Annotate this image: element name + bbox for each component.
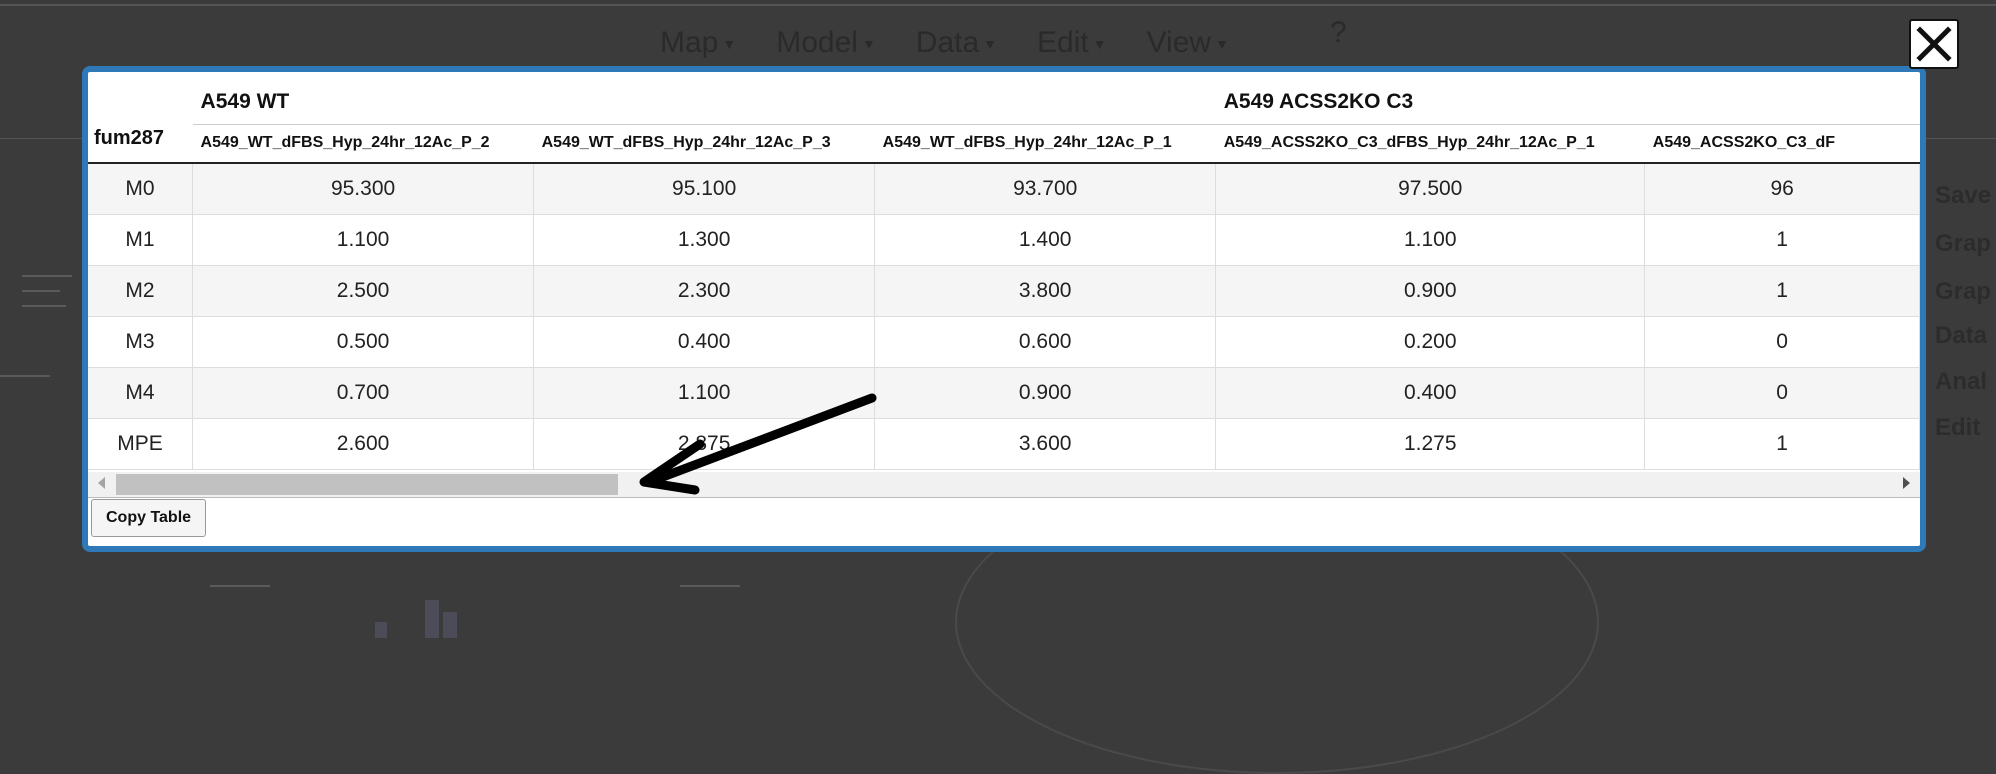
table-cell: 1	[1644, 265, 1920, 317]
table-row: M2 2.500 2.300 3.800 0.900 1	[88, 265, 1920, 317]
table-cell: 96	[1644, 163, 1920, 215]
table-row: M0 95.300 95.100 93.700 97.500 96	[88, 163, 1920, 215]
column-header: A549_WT_dFBS_Hyp_24hr_12Ac_P_1	[874, 124, 1216, 164]
table-cell: 0.700	[192, 367, 535, 419]
chevron-left-icon[interactable]	[98, 477, 105, 489]
table-cell: 93.700	[874, 163, 1217, 215]
column-header: A549_ACSS2KO_C3_dF	[1644, 124, 1920, 164]
group-header-ko: A549 ACSS2KO C3	[1215, 72, 1920, 125]
table-cell: 2.300	[533, 265, 876, 317]
table-cell: 3.600	[874, 418, 1217, 470]
help-icon: ?	[1330, 16, 1347, 49]
table-cell: 0.900	[1215, 265, 1646, 317]
group-header-wt: A549 WT	[192, 72, 1216, 125]
menu-map: Map ▼	[660, 26, 737, 59]
row-label: M4	[88, 367, 194, 419]
isotopologue-table: fum287 A549 WT A549 ACSS2KO C3 A549_WT_d…	[88, 72, 1920, 470]
caret-down-icon: ▼	[722, 36, 737, 53]
close-button[interactable]	[1909, 19, 1959, 69]
table-cell: 2.875	[533, 418, 876, 470]
table-cell: 0.600	[874, 316, 1217, 368]
row-label: MPE	[88, 418, 194, 470]
column-header: A549_WT_dFBS_Hyp_24hr_12Ac_P_2	[192, 124, 534, 164]
metabolite-header: fum287	[88, 72, 193, 164]
side-menu-item: Save	[1935, 182, 1992, 209]
map-fragment	[22, 305, 66, 307]
table-cell: 0	[1644, 316, 1920, 368]
map-chart-bar	[443, 612, 457, 638]
column-header: A549_ACSS2KO_C3_dFBS_Hyp_24hr_12Ac_P_1	[1215, 124, 1645, 164]
column-header: A549_WT_dFBS_Hyp_24hr_12Ac_P_3	[533, 124, 875, 164]
menu-edit: Edit ▼	[1037, 26, 1107, 59]
table-cell: 1.100	[1215, 214, 1646, 266]
table-viewport: fum287 A549 WT A549 ACSS2KO C3 A549_WT_d…	[88, 72, 1920, 492]
map-fragment	[22, 275, 72, 277]
caret-down-icon: ▼	[983, 36, 998, 53]
table-cell: 0	[1644, 367, 1920, 419]
side-menu-item: Edit	[1935, 414, 1981, 441]
table-cell: 95.300	[192, 163, 535, 215]
table-cell: 3.800	[874, 265, 1217, 317]
table-cell: 97.500	[1215, 163, 1646, 215]
map-chart-bar	[375, 622, 387, 638]
copy-table-button[interactable]: Copy Table	[91, 499, 207, 537]
map-fragment	[210, 585, 270, 587]
table-cell: 0.500	[192, 316, 535, 368]
side-menu-item: Grap	[1935, 230, 1992, 257]
side-menu-item: Grap	[1935, 278, 1992, 305]
caret-down-icon: ▼	[1215, 36, 1229, 53]
table-row: M1 1.100 1.300 1.400 1.100 1	[88, 214, 1920, 266]
table-cell: 1.275	[1215, 418, 1646, 470]
row-label: M0	[88, 163, 194, 215]
close-icon	[1916, 26, 1952, 62]
table-cell: 1.300	[533, 214, 876, 266]
table-row: M4 0.700 1.100 0.900 0.400 0	[88, 367, 1920, 419]
data-table-modal: fum287 A549 WT A549 ACSS2KO C3 A549_WT_d…	[82, 66, 1926, 552]
map-chart-bar	[425, 600, 439, 638]
table-cell: 0.900	[874, 367, 1217, 419]
menu-view: View ▼	[1146, 26, 1229, 59]
table-cell: 1.400	[874, 214, 1217, 266]
map-fragment	[0, 375, 50, 377]
map-fragment	[680, 585, 740, 587]
chevron-right-icon[interactable]	[1903, 477, 1910, 489]
table-cell: 1	[1644, 418, 1920, 470]
table-row: M3 0.500 0.400 0.600 0.200 0	[88, 316, 1920, 368]
row-label: M3	[88, 316, 194, 368]
table-cell: 2.500	[192, 265, 535, 317]
side-menu-item: Data	[1935, 322, 1988, 349]
menu-model: Model ▼	[776, 26, 876, 59]
header-border	[0, 4, 1996, 6]
horizontal-scrollbar[interactable]	[88, 472, 1920, 498]
menu-bar: Map ▼ Model ▼ Data ▼ Edit ▼ View ▼	[660, 26, 1229, 60]
table-cell: 2.600	[192, 418, 535, 470]
table-row: MPE 2.600 2.875 3.600 1.275 1	[88, 418, 1920, 470]
table-cell: 0.400	[1215, 367, 1646, 419]
table-cell: 1	[1644, 214, 1920, 266]
table-cell: 1.100	[192, 214, 535, 266]
scrollbar-thumb[interactable]	[116, 474, 618, 495]
menu-data: Data ▼	[915, 26, 998, 59]
map-fragment	[22, 290, 60, 292]
table-cell: 95.100	[533, 163, 876, 215]
table-cell: 0.200	[1215, 316, 1646, 368]
table-cell: 1.100	[533, 367, 876, 419]
caret-down-icon: ▼	[1092, 36, 1107, 53]
table-cell: 0.400	[533, 316, 876, 368]
side-menu-item: Anal	[1935, 368, 1988, 395]
row-label: M2	[88, 265, 194, 317]
row-label: M1	[88, 214, 194, 266]
caret-down-icon: ▼	[861, 36, 876, 53]
